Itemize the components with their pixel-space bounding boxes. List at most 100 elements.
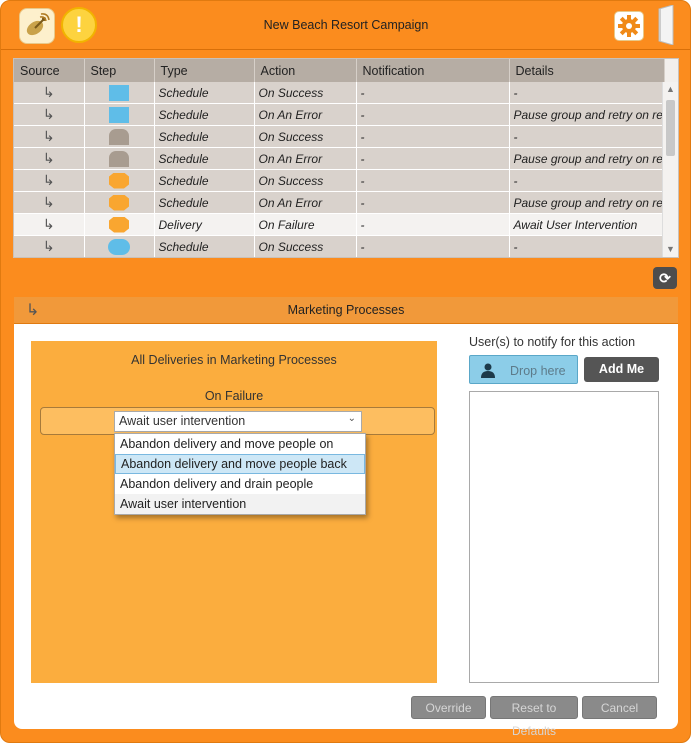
card-title: All Deliveries in Marketing Processes [131,353,337,367]
drop-placeholder: Drop here [510,364,566,378]
step-cell [84,147,155,170]
type-cell: Delivery [154,213,255,236]
type-cell: Schedule [154,191,255,214]
dropdown-option[interactable]: Abandon delivery and move people back [115,454,365,474]
column-header[interactable]: Type [154,59,255,82]
step-oct-icon [109,216,129,233]
cancel-button[interactable]: Cancel [582,696,657,719]
add-me-button[interactable]: Add Me [584,357,659,382]
title-bar: ! New Beach Resort Campaign [1,1,690,50]
window-title: New Beach Resort Campaign [263,18,429,32]
column-header[interactable]: Source [14,59,85,82]
source-cell: ↳ [14,213,85,236]
branch-arrow-icon: ↳ [42,84,55,100]
table-row[interactable]: ↳ Schedule On An Error - Pause group and ret… [14,191,665,214]
source-cell: ↳ [14,125,85,148]
step-cell [84,213,155,236]
scroll-down-icon[interactable]: ▼ [663,242,678,257]
notification-cell: - [356,125,510,148]
action-cell: On Success [254,169,357,192]
scroll-thumb[interactable] [666,100,675,156]
source-cell: ↳ [14,235,85,257]
override-button[interactable]: Override [411,696,486,719]
step-pill-icon [108,238,130,255]
column-header[interactable]: Step [84,59,155,82]
step-cell [84,103,155,126]
branch-arrow-icon: ↳ [42,216,55,232]
notification-cell: - [356,147,510,170]
scroll-up-icon[interactable]: ▲ [663,82,678,97]
gear-icon [618,15,640,37]
marketing-processes-panel: ↳ Marketing Processes All Deliveries in … [14,297,678,738]
table-row[interactable]: ↳ Schedule On Success - - [14,169,665,192]
user-drop-zone[interactable]: Drop here [469,355,578,384]
step-rect-icon [109,84,129,101]
table-header-row: Source Step Type Action Notification Det… [14,59,665,82]
step-cell [84,235,155,257]
table-row[interactable]: ↳ Schedule On Success - - [14,125,665,148]
action-cell: On Success [254,235,357,257]
step-cell [84,191,155,214]
table-row[interactable]: ↳ Schedule On An Error - Pause group and ret… [14,103,665,126]
step-oct-icon [109,194,129,211]
action-cell: On Failure [254,213,357,236]
branch-arrow-icon: ↳ [26,302,40,319]
type-cell: Schedule [154,82,255,104]
details-cell: Pause group and retry on res [509,147,665,170]
door-icon[interactable] [656,4,676,46]
action-cell: On An Error [254,103,357,126]
deliveries-card: All Deliveries in Marketing Processes On… [31,341,437,683]
type-cell: Schedule [154,169,255,192]
type-cell: Schedule [154,125,255,148]
column-header[interactable]: Action [254,59,357,82]
branch-arrow-icon: ↳ [42,150,55,166]
notify-users-list[interactable] [469,391,659,683]
satellite-dish-icon[interactable] [19,8,55,44]
details-cell: - [509,125,665,148]
column-header[interactable]: Details [509,59,665,82]
table-row[interactable]: ↳ Schedule On An Error - Pause group and ret… [14,147,665,170]
refresh-icon[interactable]: ⟳ [653,267,677,289]
details-cell: Await User Intervention [509,213,665,236]
rules-table: Source Step Type Action Notification Det… [13,58,679,258]
column-header[interactable]: Notification [356,59,510,82]
source-cell: ↳ [14,103,85,126]
details-cell: - [509,235,665,257]
chevron-down-icon[interactable]: ⌄ [348,413,356,424]
branch-arrow-icon: ↳ [42,172,55,188]
dropdown-option[interactable]: Abandon delivery and drain people [115,474,365,494]
notify-label: User(s) to notify for this action [469,335,636,349]
step-tomb-icon [109,128,129,145]
action-cell: On An Error [254,191,357,214]
branch-arrow-icon: ↳ [42,128,55,144]
notification-cell: - [356,169,510,192]
details-cell: - [509,82,665,104]
table-row[interactable]: ↳ Schedule On Success - - [14,82,665,104]
person-icon [480,362,496,381]
branch-arrow-icon: ↳ [42,106,55,122]
step-rect-icon [109,106,129,123]
details-cell: - [509,169,665,192]
action-cell: On An Error [254,147,357,170]
dropdown-option[interactable]: Abandon delivery and move people on [115,434,365,454]
reset-defaults-button[interactable]: Reset to Defaults [490,696,578,738]
select-value: Await user intervention [119,414,246,428]
table-scrollbar[interactable]: ▲ ▼ [662,82,678,257]
table-row[interactable]: ↳ Schedule On Success - - [14,235,665,257]
action-cell: On Success [254,125,357,148]
source-cell: ↳ [14,169,85,192]
exclamation-icon[interactable]: ! [61,7,97,43]
notification-cell: - [356,213,510,236]
panel-title: Marketing Processes [287,303,405,317]
table-row[interactable]: ↳ Delivery On Failure - Await User Intervent… [14,213,665,236]
on-failure-label: On Failure [204,389,264,403]
step-tomb-icon [109,150,129,167]
step-cell [84,82,155,104]
settings-button[interactable] [614,11,644,41]
dropdown-option[interactable]: Await user intervention [115,494,365,514]
step-cell [84,125,155,148]
step-cell [84,169,155,192]
details-cell: Pause group and retry on res [509,103,665,126]
branch-arrow-icon: ↳ [42,194,55,210]
failure-action-select[interactable]: Await user intervention ⌄ [114,411,362,432]
